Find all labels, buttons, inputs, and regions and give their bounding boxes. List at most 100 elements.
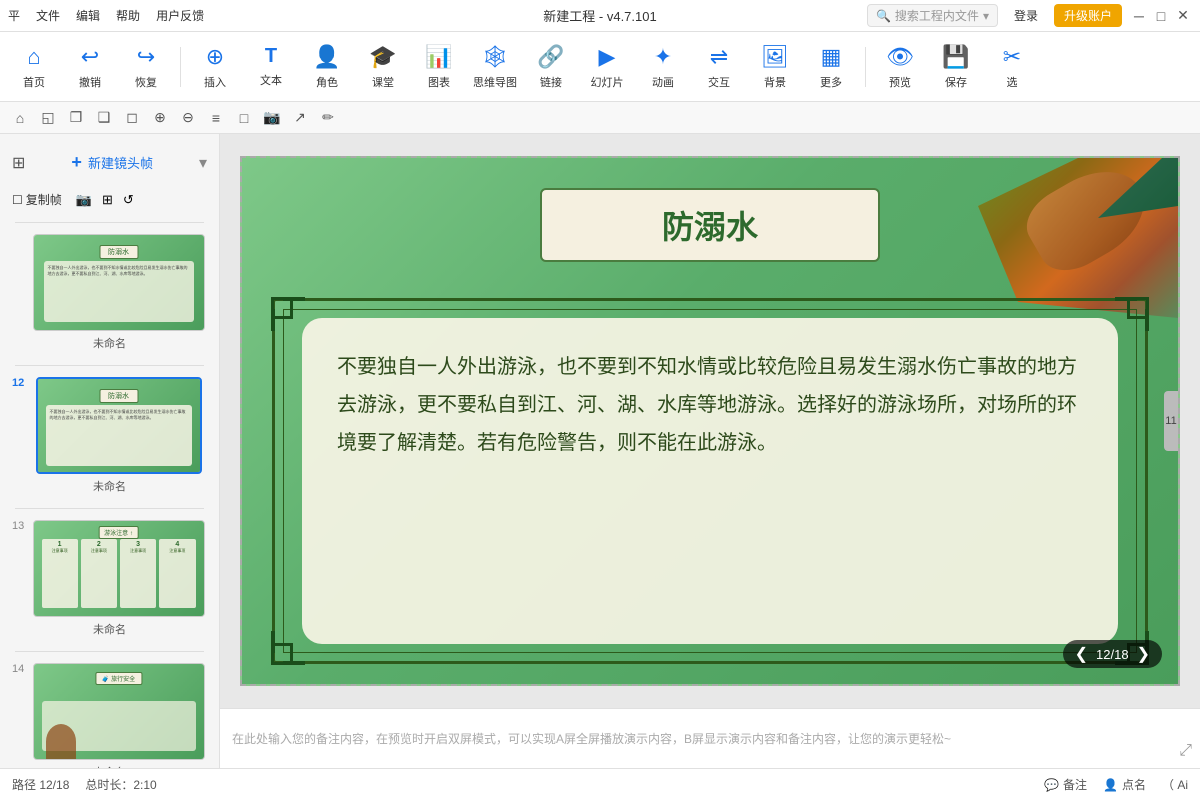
action-camera-icon[interactable]: 📷: [260, 106, 284, 130]
thumb13-num-1: 1: [58, 541, 62, 548]
thumb13-text-4: 注意事项: [169, 548, 185, 554]
tool-class[interactable]: 🎓 课堂: [357, 37, 409, 97]
slide-thumbnail-11[interactable]: 防溺水 不要独自一人外出游泳，也不要到不知水情或比较危险且易发生溺水伤亡事故的地…: [33, 234, 205, 331]
tool-interact[interactable]: ⇌ 交互: [693, 37, 745, 97]
tool-select[interactable]: ✂ 选: [986, 37, 1038, 97]
action-zoom-in-icon[interactable]: ⊕: [148, 106, 172, 130]
tool-background[interactable]: 🖼 背景: [749, 37, 801, 97]
rotate-tool-icon[interactable]: ↺: [123, 192, 134, 208]
main-toolbar: ⌂ 首页 ↩ 撤销 ↪ 恢复 ⊕ 插入 T 文本 👤 角色 🎓 课堂 📊 图表 …: [0, 32, 1200, 102]
minimize-button[interactable]: ─: [1130, 7, 1148, 25]
tool-text[interactable]: T 文本: [245, 37, 297, 97]
tool-mindmap[interactable]: 🕸 思维导图: [469, 37, 521, 97]
tool-undo-label: 撤销: [79, 74, 101, 90]
bottom-bar: 路径 12/18 总时长：2:10 💬 备注 👤 点名 （ Ai: [0, 768, 1200, 800]
bottom-left: 路径 12/18 总时长：2:10: [12, 776, 157, 793]
menu-file[interactable]: 文件: [36, 7, 60, 24]
ai-label[interactable]: （ Ai: [1162, 776, 1188, 793]
new-frame-button[interactable]: + 新建镜头帧: [63, 144, 161, 181]
title-bar: 平 文件 编辑 帮助 用户反馈 新建工程 - v4.7.101 🔍 搜索工程内文…: [0, 0, 1200, 32]
action-crop-icon[interactable]: ◻: [120, 106, 144, 130]
thumb13-cell-2: 2 注意事项: [81, 539, 117, 608]
maximize-button[interactable]: □: [1152, 7, 1170, 25]
slide-thumbnail-12[interactable]: 防溺水 不要独自一人外出游泳，也不要到不知水情或比较危险且易发生溺水伤亡事故的地…: [36, 377, 202, 474]
slide-label-13: 未命名: [4, 621, 215, 637]
thumb13-text-3: 注意事项: [130, 548, 146, 554]
tool-save[interactable]: 💾 保存: [930, 37, 982, 97]
grid-tool-icon[interactable]: ⊞: [102, 192, 113, 208]
notes-area[interactable]: 在此处输入您的备注内容，在预览时开启双屏模式，可以实现A屏全屏播放演示内容，B屏…: [220, 708, 1200, 768]
more-icon: ▦: [821, 44, 842, 70]
slideshow-icon: ▶: [599, 44, 616, 70]
thumb13-num-3: 3: [136, 541, 140, 548]
tool-home[interactable]: ⌂ 首页: [8, 37, 60, 97]
thumb13-cell-4: 4 注意事项: [159, 539, 195, 608]
search-box[interactable]: 🔍 搜索工程内文件 ▾: [867, 4, 998, 27]
notes-expand-icon[interactable]: ⤢: [1179, 742, 1192, 760]
tool-mindmap-label: 思维导图: [473, 74, 517, 90]
tool-undo[interactable]: ↩ 撤销: [64, 37, 116, 97]
tool-class-label: 课堂: [372, 74, 394, 90]
tool-more-label: 更多: [820, 74, 842, 90]
slide-canvas[interactable]: 防溺水: [240, 156, 1180, 686]
action-box-icon[interactable]: □: [232, 106, 256, 130]
tool-character[interactable]: 👤 角色: [301, 37, 353, 97]
action-paste-icon[interactable]: ❑: [92, 106, 116, 130]
slide-title-box[interactable]: 防溺水: [540, 188, 880, 262]
tool-chart[interactable]: 📊 图表: [413, 37, 465, 97]
main-content: ⊞ + 新建镜头帧 ▾ ☐ 复制帧 📷 ⊞ ↺: [0, 134, 1200, 768]
login-button[interactable]: 登录: [1006, 5, 1046, 26]
tool-preview-label: 预览: [889, 74, 911, 90]
tool-animation-label: 动画: [652, 74, 674, 90]
tool-save-label: 保存: [945, 74, 967, 90]
camera-tool-icon[interactable]: 📷: [76, 192, 92, 208]
slide-title: 防溺水: [566, 202, 854, 248]
right-expand-handle[interactable]: 11: [1164, 391, 1178, 451]
slide-thumbnail-13[interactable]: 游泳注意 ↑ 1 注意事项 2 注意事项 3 注意事项: [33, 520, 205, 617]
tool-insert[interactable]: ⊕ 插入: [189, 37, 241, 97]
content-text-box[interactable]: 不要独自一人外出游泳，也不要到不知水情或比较危险且易发生溺水伤亡事故的地方去游泳…: [302, 318, 1118, 644]
tool-animation[interactable]: ✦ 动画: [637, 37, 689, 97]
search-dropdown-icon[interactable]: ▾: [983, 9, 989, 23]
tool-link[interactable]: 🔗 链接: [525, 37, 577, 97]
menu-feedback[interactable]: 用户反馈: [156, 7, 204, 24]
upgrade-button[interactable]: 升级账户: [1054, 4, 1122, 27]
thumb13-text-2: 注意事项: [91, 548, 107, 554]
menu-flat[interactable]: 平: [8, 7, 20, 24]
thumb13-title: 游泳注意 ↑: [98, 526, 139, 539]
insert-icon: ⊕: [206, 44, 224, 70]
action-copy-icon[interactable]: ❐: [64, 106, 88, 130]
page-navigator: ❮ 12/18 ❯: [1063, 640, 1162, 668]
slide-tools: ☐ 复制帧 📷 ⊞ ↺: [4, 187, 215, 212]
action-expand-icon[interactable]: ↗: [288, 106, 312, 130]
tool-background-label: 背景: [764, 74, 786, 90]
tool-slideshow[interactable]: ▶ 幻灯片: [581, 37, 633, 97]
tool-redo[interactable]: ↪ 恢复: [120, 37, 172, 97]
slide-item-14: 14 🧳 旅行安全 未命名: [4, 641, 215, 768]
action-edit-icon[interactable]: ✏: [316, 106, 340, 130]
comments-button[interactable]: 💬 备注: [1044, 776, 1087, 793]
action-home-icon[interactable]: ⌂: [8, 106, 32, 130]
action-frame-icon[interactable]: ◱: [36, 106, 60, 130]
copy-frame-button[interactable]: ☐ 复制帧: [12, 191, 62, 208]
bookmarks-button[interactable]: 👤 点名: [1103, 776, 1146, 793]
panel-collapse-icon[interactable]: ▾: [199, 153, 207, 173]
tool-more[interactable]: ▦ 更多: [805, 37, 857, 97]
action-grid-icon[interactable]: ≡: [204, 106, 228, 130]
canvas-container: 防溺水: [220, 134, 1200, 708]
tool-text-label: 文本: [260, 72, 282, 88]
menu-edit[interactable]: 编辑: [76, 7, 100, 24]
divider-line-14: [15, 651, 205, 652]
preview-icon: 👁: [886, 44, 914, 70]
next-page-icon[interactable]: ❯: [1137, 644, 1150, 664]
slide-thumbnail-14[interactable]: 🧳 旅行安全: [33, 663, 205, 760]
background-icon: 🖼: [761, 44, 789, 70]
menu-help[interactable]: 帮助: [116, 7, 140, 24]
redo-icon: ↪: [137, 44, 155, 70]
close-button[interactable]: ✕: [1174, 7, 1192, 25]
thumb13-cell-1: 1 注意事项: [42, 539, 78, 608]
slide-item-12: 12 防溺水 不要独自一人外出游泳，也不要到不知水情或比较危险且易发生溺水伤亡事…: [4, 355, 215, 494]
prev-page-icon[interactable]: ❮: [1075, 644, 1088, 664]
action-zoom-out-icon[interactable]: ⊖: [176, 106, 200, 130]
tool-preview[interactable]: 👁 预览: [874, 37, 926, 97]
